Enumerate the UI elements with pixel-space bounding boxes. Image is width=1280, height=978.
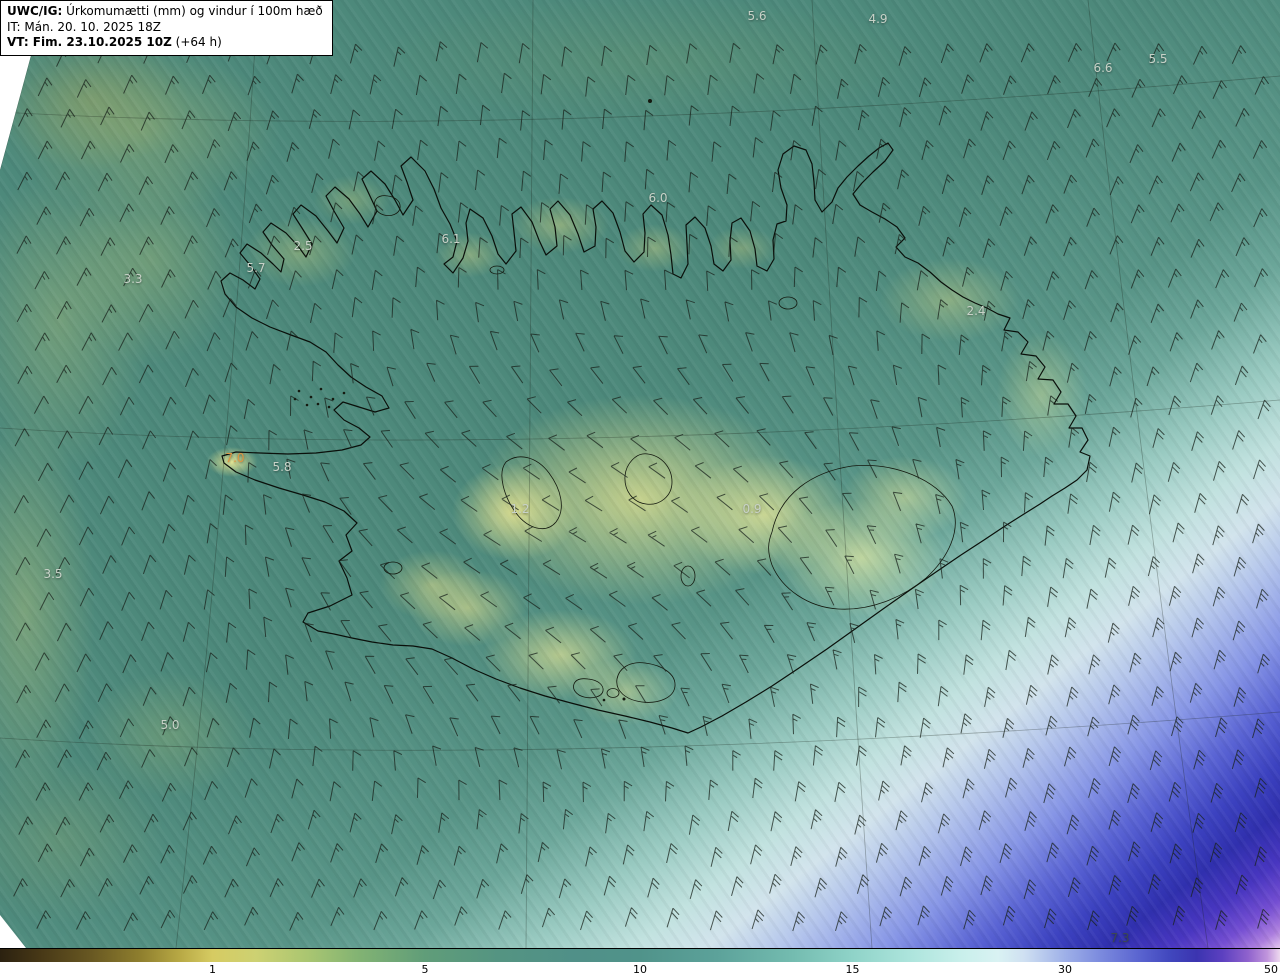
contour-value-label: 3.5 [43,567,63,581]
colorbar-tick-10: 10 [633,963,647,976]
contour-value-label: 3.3 [123,272,143,286]
colorbar-tick-50: 50 [1264,963,1278,976]
valid-time: VT: Fim. 23.10.2025 10Z [7,35,172,50]
valid-time-line: VT: Fim. 23.10.2025 10Z (+64 h) [7,35,323,51]
contour-value-label: 0.9 [742,502,762,516]
colorbar-tick-1: 1 [208,963,216,976]
value-labels-layer: 5.6 4.9 6.6 5.5 6.0 6.1 2.5 5.7 3.3 2.4 7.0 5.8 1.2 0… [0,0,1280,948]
contour-value-label: 4.9 [868,12,888,26]
colorbar-tick-30: 30 [1057,963,1072,976]
contour-value-label: 5.0 [160,718,180,732]
contour-value-label: 6.1 [441,232,461,246]
contour-value-label: 6.6 [1093,61,1113,75]
contour-value-label: 6.0 [648,191,668,205]
info-title-line: UWC/IG: Úrkomumætti (mm) og vindur í 100… [7,4,323,20]
contour-value-label: 1.2 [510,502,530,516]
colorbar-tick-labels: 1 5 10 15 30 50 [0,962,1280,978]
contour-value-label: 7.3 [1110,931,1130,945]
forecast-lead: (+64 h) [175,35,222,50]
contour-value-label: 5.5 [1148,52,1168,66]
colorbar-tick-15: 15 [845,963,860,976]
colorbar-tick-5: 5 [421,963,429,976]
contour-value-label: 5.8 [272,460,292,474]
contour-value-label: 5.7 [246,261,266,275]
contour-value-label: 2.5 [293,239,313,253]
colorbar-gradient [0,949,1280,962]
weather-map-screenshot: 5.6 4.9 6.6 5.5 6.0 6.1 2.5 5.7 3.3 2.4 7.0 5.8 1.2 0… [0,0,1280,978]
map-title: Úrkomumætti (mm) og vindur í 100m hæð [66,4,323,18]
contour-value-label: 2.4 [966,304,986,318]
colorbar: 1 5 10 15 30 50 [0,948,1280,978]
map-info-box: UWC/IG: Úrkomumætti (mm) og vindur í 100… [0,0,333,56]
contour-value-label: 7.0 [225,451,245,465]
map-area: 5.6 4.9 6.6 5.5 6.0 6.1 2.5 5.7 3.3 2.4 7.0 5.8 1.2 0… [0,0,1280,948]
contour-value-label: 5.6 [747,9,767,23]
product-code: UWC/IG: [7,4,63,18]
init-time-line: IT: Mán. 20. 10. 2025 18Z [7,19,161,34]
